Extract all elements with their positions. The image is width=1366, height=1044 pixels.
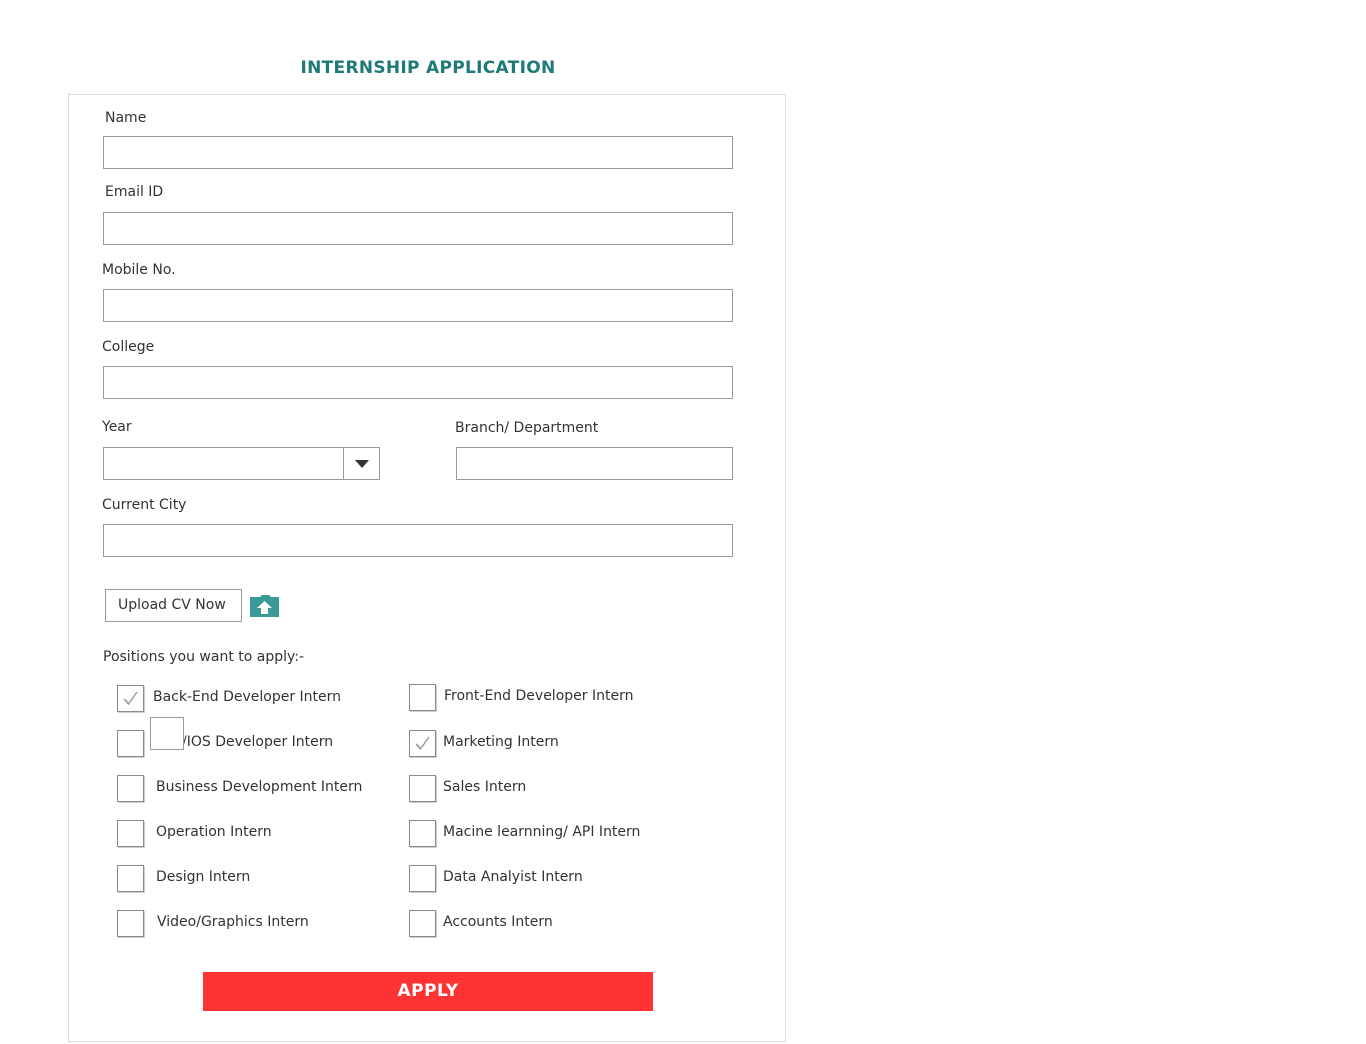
city-label: Current City: [102, 497, 187, 513]
position-checkbox[interactable]: [117, 865, 144, 892]
upload-cv-button[interactable]: Upload CV Now: [105, 589, 242, 622]
overlay-box: [150, 717, 184, 750]
position-label: Data Analyist Intern: [443, 869, 583, 885]
position-label: Video/Graphics Intern: [157, 914, 309, 930]
position-label: Marketing Intern: [443, 734, 559, 750]
city-input[interactable]: [103, 524, 733, 557]
position-checkbox[interactable]: [409, 730, 436, 757]
position-label: Operation Intern: [156, 824, 272, 840]
college-label: College: [102, 339, 155, 355]
year-select[interactable]: [103, 447, 380, 480]
college-input[interactable]: [103, 366, 733, 399]
position-checkbox[interactable]: [409, 865, 436, 892]
branch-label: Branch/ Department: [455, 420, 599, 436]
email-label: Email ID: [105, 184, 164, 200]
mobile-input[interactable]: [103, 289, 733, 322]
position-checkbox[interactable]: [409, 684, 436, 711]
year-dropdown-button[interactable]: [343, 448, 379, 479]
position-checkbox[interactable]: [117, 820, 144, 847]
mobile-label: Mobile No.: [102, 262, 176, 278]
position-label: Sales Intern: [443, 779, 527, 795]
position-label: /IOS Developer Intern: [182, 734, 334, 750]
position-checkbox[interactable]: [409, 820, 436, 847]
chevron-down-icon: [355, 460, 369, 468]
position-label: Business Development Intern: [156, 779, 363, 795]
position-checkbox[interactable]: [409, 775, 436, 802]
year-label: Year: [102, 419, 132, 435]
name-input[interactable]: [103, 136, 733, 169]
email-input[interactable]: [103, 212, 733, 245]
position-checkbox[interactable]: [117, 775, 144, 802]
position-checkbox[interactable]: [409, 910, 436, 937]
position-checkbox[interactable]: [117, 910, 144, 937]
checkmark-icon: [415, 736, 430, 751]
branch-input[interactable]: [456, 447, 733, 480]
page-title: INTERNSHIP APPLICATION: [300, 58, 556, 78]
position-checkbox[interactable]: [117, 730, 144, 757]
checkmark-icon: [123, 691, 138, 706]
name-label: Name: [105, 110, 147, 126]
position-label: Macine learnning/ API Intern: [443, 824, 641, 840]
position-label: Design Intern: [156, 869, 251, 885]
apply-button[interactable]: APPLY: [203, 972, 653, 1011]
position-label: Back-End Developer Intern: [153, 689, 342, 705]
position-label: Front-End Developer Intern: [444, 688, 634, 704]
positions-label: Positions you want to apply:-: [103, 649, 305, 665]
position-label: Accounts Intern: [443, 914, 553, 930]
upload-folder-icon[interactable]: [249, 593, 280, 618]
position-checkbox[interactable]: [117, 685, 144, 712]
